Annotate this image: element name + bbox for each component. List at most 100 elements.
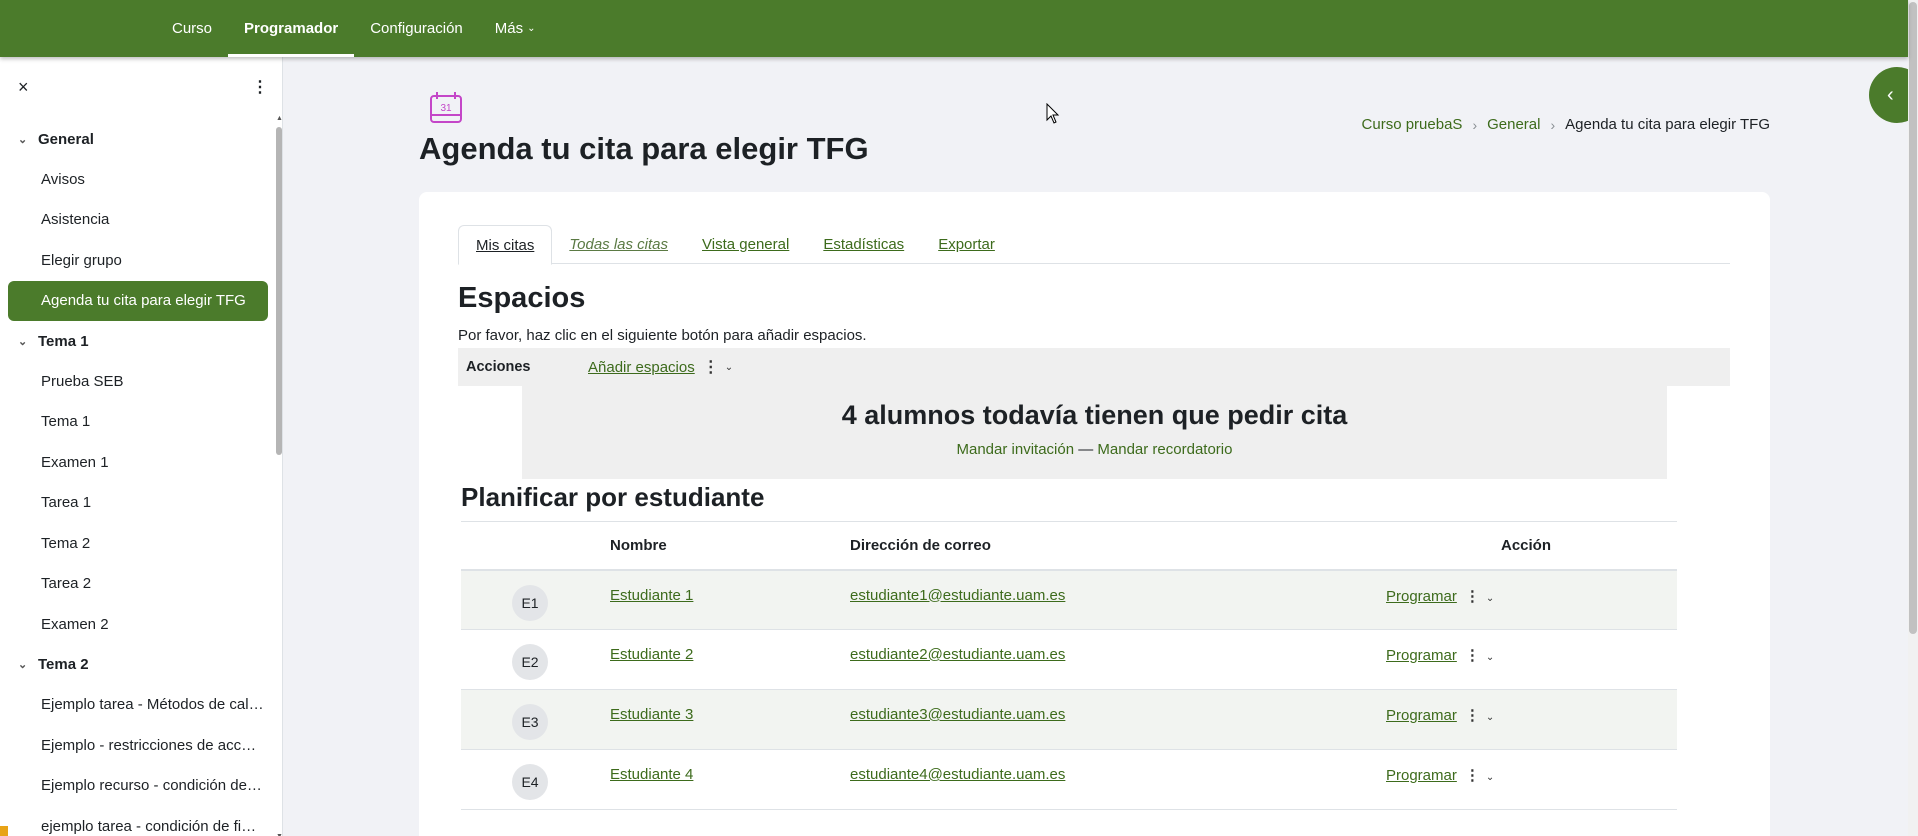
sidebar-item-ejemplo-tarea-condicion[interactable]: ejemplo tarea - condición de fi… [8, 806, 268, 836]
top-navbar: Curso Programador Configuración Más ⌄ [0, 0, 1908, 57]
sidebar-item-tarea-1[interactable]: Tarea 1 [8, 483, 268, 524]
name-cell: Estudiante 3 [610, 689, 850, 750]
tab-mis-citas[interactable]: Mis citas [458, 225, 553, 265]
kebab-menu-icon[interactable]: ⋮ [1465, 647, 1480, 664]
tab-mas[interactable]: Más ⌄ [479, 0, 552, 57]
schedule-button[interactable]: Programar [1386, 588, 1457, 605]
sidebar-item-prueba-seb[interactable]: Prueba SEB [8, 361, 268, 402]
action-cell: Programar ⋮ ⌄ [1386, 689, 1677, 750]
email-cell: estudiante2@estudiante.uam.es [850, 629, 1386, 690]
scroll-up-icon[interactable]: ▲ [276, 115, 282, 122]
schedule-button[interactable]: Programar [1386, 707, 1457, 724]
slots-heading: Espacios [458, 282, 586, 314]
student-email-link[interactable]: estudiante3@estudiante.uam.es [850, 706, 1065, 723]
avatar-cell: E4 [461, 749, 610, 810]
chevron-down-icon[interactable]: ⌄ [1486, 593, 1494, 604]
students-table: Nombre Dirección de correo Acción E1 Est… [461, 521, 1677, 810]
send-invitation-link[interactable]: Mandar invitación [957, 441, 1075, 458]
breadcrumb-section[interactable]: General [1487, 116, 1540, 133]
table-row: E1 Estudiante 1 estudiante1@estudiante.u… [461, 569, 1677, 630]
student-name-link[interactable]: Estudiante 3 [610, 706, 693, 723]
email-cell: estudiante3@estudiante.uam.es [850, 689, 1386, 750]
breadcrumb-course[interactable]: Curso pruebaS [1362, 116, 1463, 133]
chevron-down-icon[interactable]: ⌄ [1486, 772, 1494, 783]
schedule-button[interactable]: Programar [1386, 767, 1457, 784]
chevron-down-icon[interactable]: ⌄ [18, 658, 38, 671]
column-header-email[interactable]: Dirección de correo [850, 521, 1386, 571]
schedule-button[interactable]: Programar [1386, 647, 1457, 664]
schedule-heading: Planificar por estudiante [461, 482, 765, 512]
tab-configuracion[interactable]: Configuración [354, 0, 479, 57]
primary-navigation: Curso Programador Configuración Más ⌄ [156, 0, 552, 57]
avatar-cell: E1 [461, 569, 610, 630]
add-slots-link[interactable]: Añadir espacios [588, 359, 695, 376]
course-index-drawer: × ⋮ ⌄ General Avisos Asistencia Elegir gr… [0, 57, 283, 836]
page-scroll-thumb[interactable] [1909, 2, 1917, 634]
student-name-link[interactable]: Estudiante 4 [610, 766, 693, 783]
tab-estadisticas[interactable]: Estadísticas [806, 225, 921, 264]
chevron-down-icon[interactable]: ⌄ [725, 362, 733, 373]
kebab-menu-icon[interactable]: ⋮ [703, 357, 719, 377]
page-scrollbar[interactable] [1908, 0, 1918, 836]
sidebar-item-tema-2[interactable]: Tema 2 [8, 523, 268, 564]
sidebar-item-avisos[interactable]: Avisos [8, 159, 268, 200]
sidebar-item-examen-2[interactable]: Examen 2 [8, 604, 268, 645]
sidebar-item-asistencia[interactable]: Asistencia [8, 200, 268, 241]
tab-vista-general[interactable]: Vista general [685, 225, 806, 264]
tab-exportar[interactable]: Exportar [921, 225, 1012, 264]
sidebar-item-examen-1[interactable]: Examen 1 [8, 442, 268, 483]
student-name-link[interactable]: Estudiante 1 [610, 587, 693, 604]
chevron-down-icon[interactable]: ⌄ [1486, 712, 1494, 723]
column-header-name[interactable]: Nombre [610, 521, 850, 571]
student-email-link[interactable]: estudiante2@estudiante.uam.es [850, 646, 1065, 663]
slots-hint: Por favor, haz clic en el siguiente botó… [458, 327, 867, 344]
actions-label: Acciones [466, 359, 531, 375]
action-cell: Programar ⋮ ⌄ [1386, 629, 1677, 690]
course-index: ⌄ General Avisos Asistencia Elegir grupo … [0, 119, 276, 836]
send-reminder-link[interactable]: Mandar recordatorio [1097, 441, 1232, 458]
avatar-cell: E2 [461, 629, 610, 690]
calendar-icon: 31 [430, 92, 462, 123]
sidebar-scrollbar[interactable]: ▲ ▼ [276, 115, 282, 836]
column-header-action: Acción [1386, 521, 1677, 571]
sidebar-scroll-thumb[interactable] [276, 127, 282, 455]
chevron-down-icon[interactable]: ⌄ [1486, 652, 1494, 663]
kebab-menu-icon[interactable]: ⋮ [1465, 767, 1480, 784]
chevron-right-icon: › [1550, 116, 1556, 133]
avatar[interactable]: E3 [512, 704, 548, 740]
sidebar-item-tema-1[interactable]: Tema 1 [8, 402, 268, 443]
mouse-cursor-icon [1046, 103, 1060, 124]
chevron-down-icon[interactable]: ⌄ [18, 133, 38, 146]
sidebar-item-ejemplo-recurso[interactable]: Ejemplo recurso - condición de… [8, 766, 268, 807]
avatar[interactable]: E2 [512, 644, 548, 680]
section-tema-1[interactable]: ⌄ Tema 1 [0, 321, 276, 361]
column-header-avatar [461, 521, 610, 571]
student-email-link[interactable]: estudiante4@estudiante.uam.es [850, 766, 1065, 783]
tab-todas-las-citas[interactable]: Todas las citas [552, 225, 685, 264]
link-separator: — [1078, 441, 1094, 458]
name-cell: Estudiante 4 [610, 749, 850, 810]
student-name-link[interactable]: Estudiante 2 [610, 646, 693, 663]
avatar[interactable]: E4 [512, 764, 548, 800]
name-cell: Estudiante 2 [610, 629, 850, 690]
tab-programador[interactable]: Programador [228, 0, 355, 57]
student-email-link[interactable]: estudiante1@estudiante.uam.es [850, 587, 1065, 604]
sidebar-item-ejemplo-tarea-metodos[interactable]: Ejemplo tarea - Métodos de cal… [8, 685, 268, 726]
avatar[interactable]: E1 [512, 584, 548, 621]
kebab-menu-icon[interactable]: ⋮ [1465, 588, 1480, 605]
sidebar-item-tarea-2[interactable]: Tarea 2 [8, 564, 268, 605]
chevron-down-icon[interactable]: ⌄ [18, 335, 38, 348]
section-label: Tema 2 [38, 656, 89, 673]
sidebar-item-elegir-grupo[interactable]: Elegir grupo [8, 240, 268, 281]
email-cell: estudiante4@estudiante.uam.es [850, 749, 1386, 810]
sidebar-item-ejemplo-restricciones[interactable]: Ejemplo - restricciones de acc… [8, 725, 268, 766]
kebab-menu-icon[interactable]: ⋮ [1465, 707, 1480, 724]
section-tema-2[interactable]: ⌄ Tema 2 [0, 645, 276, 685]
close-icon[interactable]: × [18, 77, 29, 98]
kebab-menu-icon[interactable]: ⋮ [252, 77, 268, 97]
tab-curso[interactable]: Curso [156, 0, 228, 57]
section-general[interactable]: ⌄ General [0, 119, 276, 159]
email-cell: estudiante1@estudiante.uam.es [850, 569, 1386, 630]
table-row: E2 Estudiante 2 estudiante2@estudiante.u… [461, 629, 1677, 690]
sidebar-item-agenda-tfg[interactable]: Agenda tu cita para elegir TFG [8, 280, 268, 321]
